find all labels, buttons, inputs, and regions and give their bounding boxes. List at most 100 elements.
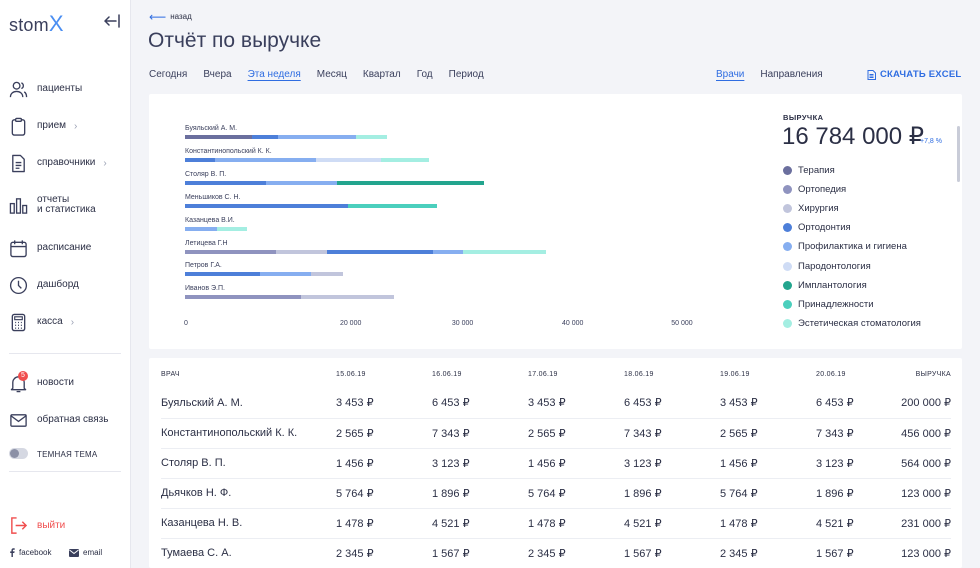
sidebar-item-dashboard[interactable]: дашборд [9,273,79,297]
table-header-cell[interactable]: ВРАЧ [161,358,336,388]
chart-bar-segment[interactable] [301,295,394,300]
chart-bar-segment[interactable] [185,272,260,277]
chart-bar-row[interactable] [185,180,485,185]
table-cell: 1 478 ₽ [720,507,816,538]
chart-bar-segment[interactable] [276,249,328,254]
sidebar-item-reports[interactable]: отчеты и статистика [9,193,96,217]
table-row[interactable]: Дьячков Н. Ф. 5 764 ₽1 896 ₽5 764 ₽1 896 … [161,477,951,508]
table-cell: 2 345 ₽ [528,537,624,568]
legend-item[interactable]: Имплантология [783,280,867,291]
collapse-sidebar-icon[interactable] [104,13,121,29]
chart-bar-segment[interactable] [185,180,266,185]
sidebar-item-directories[interactable]: справочники › [9,151,107,175]
sidebar-item-feedback[interactable]: обратная связь [9,408,108,432]
table-cell: 1 896 ₽ [816,477,894,508]
legend-item[interactable]: Терапия [783,165,835,176]
chart-bar-segment[interactable] [380,157,429,162]
chart-bar-segment[interactable] [251,135,279,139]
logout-button[interactable]: выйти [9,516,65,535]
chart-bar-row[interactable] [185,135,387,139]
legend-swatch [783,223,792,233]
table-row[interactable]: Буяльский А. М. 3 453 ₽ 6 453 ₽ 3 453 ₽ 6 45… [161,388,951,418]
chart-bar-row[interactable] [185,295,394,300]
sidebar-item-appointment[interactable]: прием › [9,114,77,138]
tab-view-0[interactable]: Врачи [716,69,744,80]
chart-bar-segment[interactable] [216,226,247,231]
table-row[interactable]: Казанцева Н. В. 1 478 ₽4 521 ₽1 478 ₽4 52… [161,507,951,538]
chart-bar-row[interactable] [185,157,429,162]
table-row[interactable]: Константинопольский К. К. 2 565 ₽7 343 ₽2… [161,417,951,448]
legend-label: Ортодонтия [798,222,851,234]
legend-item[interactable]: Эстетическая стоматология [783,318,921,329]
tab-view-1[interactable]: Направления [760,69,822,80]
table-header-cell[interactable]: 16.06.19 [432,358,528,388]
tab-period-6[interactable]: Период [449,69,484,80]
table-header-cell[interactable]: 20.06.19 [816,358,894,388]
download-excel-button[interactable]: СКАЧАТЬ EXCEL [867,69,961,80]
chart-bar-segment[interactable] [327,249,434,254]
chart-bar-row[interactable] [185,272,344,277]
chart-bar-row[interactable] [185,226,247,231]
chart-bar-segment[interactable] [185,203,349,208]
chart-bar-segment[interactable] [348,203,438,208]
chart-bar-segment[interactable] [278,135,356,139]
table-header-cell[interactable]: 17.06.19 [528,358,624,388]
legend-item[interactable]: Ортодонтия [783,222,851,233]
back-link[interactable]: ⟵ назад [149,11,192,23]
chart-bar-segment[interactable] [185,295,302,300]
chart-bar-segment[interactable] [185,135,252,139]
logo[interactable]: stomX [9,11,64,37]
chart-bar-segment[interactable] [355,135,387,139]
tab-period-0[interactable]: Сегодня [149,69,187,80]
tab-period-5[interactable]: Год [417,69,433,80]
calendar-icon [10,239,27,257]
sidebar-item-patients[interactable]: пациенты [9,77,82,101]
sidebar-item-schedule[interactable]: расписание [9,236,91,260]
chart-bar-segment[interactable] [316,157,381,162]
tab-period-2[interactable]: Эта неделя [248,69,301,80]
legend-scrollbar[interactable] [957,126,960,182]
chart-x-tick-label: 0 [184,320,188,327]
legend-item[interactable]: Профилактика и гигиена [783,241,907,252]
chart-bar-segment[interactable] [337,180,485,185]
doctor-name-cell: Буяльский А. М. [161,396,243,409]
chart-bar-segment[interactable] [185,157,215,162]
table-cell: 7 343 ₽ [432,417,528,448]
chart-category-label: Константинопольский К. К. [185,147,272,155]
revenue-table-card: ВРАЧ 15.06.19 16.06.19 17.06.19 18.06.19 19.0… [149,358,962,568]
doctor-name-cell: Столяр В. П. [161,447,336,478]
sidebar-item-label: касса [37,316,63,327]
tab-period-3[interactable]: Месяц [317,69,347,80]
chart-bar-segment[interactable] [311,272,344,277]
table-header-row: ВРАЧ 15.06.19 16.06.19 17.06.19 18.06.19 19.0… [161,358,951,388]
tab-period-1[interactable]: Вчера [203,69,231,80]
legend-item[interactable]: Пародонтология [783,261,871,272]
table-header-cell[interactable]: 15.06.19 [336,358,432,388]
legend-item[interactable]: Ортопедия [783,184,846,195]
chart-bar-segment[interactable] [185,249,277,254]
chart-bar-row[interactable] [185,249,546,254]
email-link[interactable]: email [69,548,102,557]
sidebar-item-label: справочники [37,157,96,168]
chart-bar-segment[interactable] [463,249,546,254]
divider [9,471,121,472]
chart-bar-segment[interactable] [433,249,464,254]
legend-item[interactable]: Принадлежности [783,299,874,310]
chart-bar-segment[interactable] [214,157,317,162]
chart-bar-segment[interactable] [265,180,338,185]
table-row[interactable]: Тумаева С. А. 2 345 ₽1 567 ₽2 345 ₽1 567 … [161,537,951,568]
facebook-link[interactable]: facebook [9,548,51,557]
table-header-cell[interactable]: ВЫРУЧКА [894,358,951,388]
legend-item[interactable]: Хирургия [783,203,839,214]
table-header-cell[interactable]: 19.06.19 [720,358,816,388]
chart-bar-row[interactable] [185,203,438,208]
tab-period-4[interactable]: Квартал [363,69,401,80]
table-header-cell[interactable]: 18.06.19 [624,358,720,388]
table-row[interactable]: Столяр В. П. 1 456 ₽3 123 ₽1 456 ₽3 123 ₽… [161,447,951,478]
chart-bar-segment[interactable] [259,272,312,277]
legend-swatch [783,166,792,175]
dark-theme-toggle[interactable] [9,448,28,459]
chart-bar-segment[interactable] [185,226,217,231]
email-label: email [83,548,103,557]
sidebar-item-cashdesk[interactable]: касса › [9,310,74,334]
